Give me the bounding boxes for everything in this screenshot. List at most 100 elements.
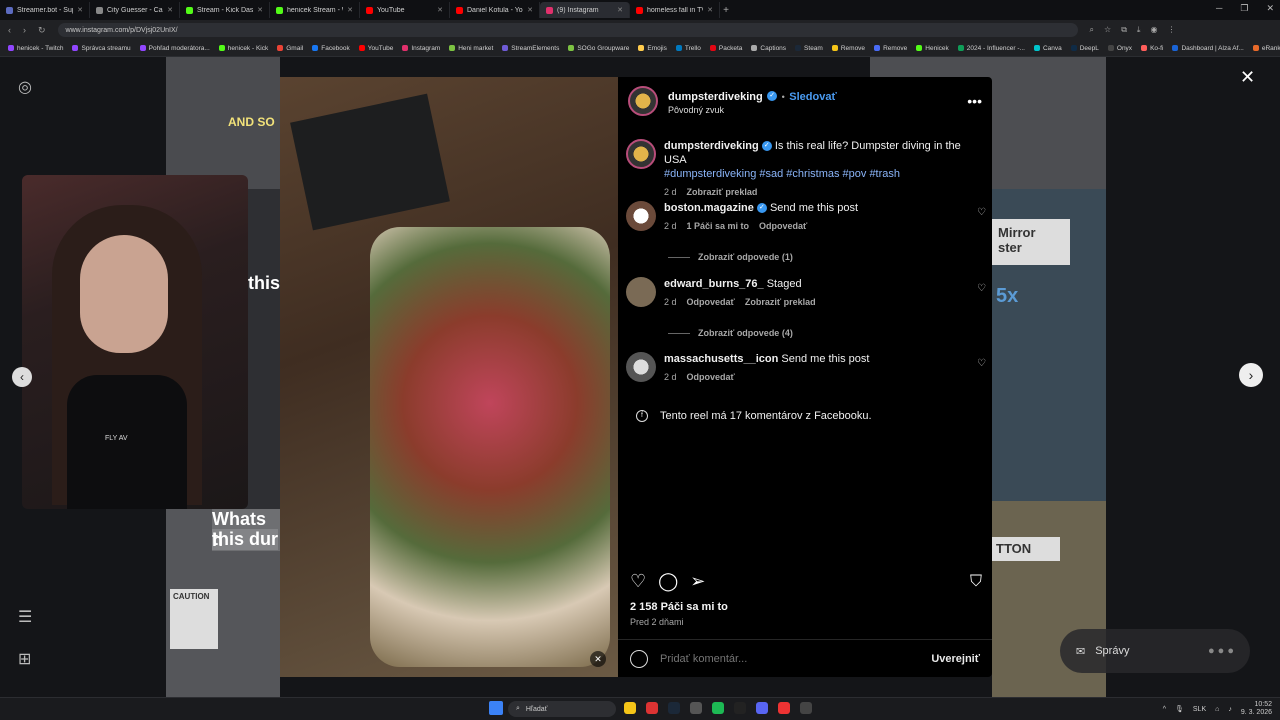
extensions-icon[interactable]: ⧉ bbox=[1121, 25, 1127, 35]
tab-close-icon[interactable]: ✕ bbox=[617, 6, 623, 14]
zoom-icon[interactable]: ⌕ bbox=[1090, 25, 1094, 35]
bookmark-item[interactable]: 2024 - Influencer -... bbox=[957, 45, 1025, 52]
xbox-icon[interactable] bbox=[690, 702, 702, 714]
next-post-button[interactable]: › bbox=[1239, 363, 1263, 387]
network-icon[interactable]: ⌂ bbox=[1215, 706, 1219, 713]
bookmark-item[interactable]: Captions bbox=[751, 45, 786, 52]
bookmark-item[interactable]: Remove bbox=[874, 45, 907, 52]
comment-author[interactable]: massachusetts__icon bbox=[664, 353, 778, 365]
url-field[interactable]: www.instagram.com/p/DVjsj02UnIX/ bbox=[57, 23, 1078, 37]
caption-avatar[interactable] bbox=[626, 139, 656, 169]
comment-avatar[interactable] bbox=[626, 201, 656, 231]
bookmark-item[interactable]: StreamElements bbox=[502, 45, 559, 52]
comment-reply-link[interactable]: Odpovedať bbox=[687, 295, 735, 309]
comment-author[interactable]: boston.magazine bbox=[664, 202, 754, 214]
star-icon[interactable]: ☆ bbox=[1104, 25, 1111, 35]
windows-start-icon[interactable] bbox=[489, 701, 503, 715]
bookmark-item[interactable]: Instagram bbox=[402, 45, 440, 52]
previous-post-button[interactable]: ‹ bbox=[12, 367, 32, 387]
x-icon[interactable] bbox=[734, 702, 746, 714]
back-icon[interactable]: ‹ bbox=[8, 25, 11, 35]
share-icon[interactable]: ➢ bbox=[690, 571, 705, 592]
bookmark-item[interactable]: Henicek bbox=[916, 45, 949, 52]
bookmark-item[interactable]: SOGo Groupware bbox=[568, 45, 629, 52]
save-bookmark-icon[interactable]: ⛉ bbox=[970, 573, 982, 591]
bookmark-item[interactable]: Pohľad moderátora... bbox=[139, 45, 210, 52]
forward-icon[interactable]: › bbox=[23, 25, 26, 35]
bookmark-item[interactable]: Canva bbox=[1033, 45, 1062, 52]
browser-tab[interactable]: henicek Stream - Watch Li ✕ bbox=[270, 2, 360, 18]
comment-likes[interactable]: 1 Páči sa mi to bbox=[687, 219, 750, 233]
bookmark-item[interactable]: Gmail bbox=[277, 45, 303, 52]
view-replies[interactable]: Zobraziť odpovede (4) bbox=[668, 328, 793, 338]
mute-icon[interactable]: ✕ bbox=[590, 651, 606, 667]
comment-reply-link[interactable]: Odpovedať bbox=[759, 219, 807, 233]
bookmark-item[interactable]: Remove bbox=[831, 45, 865, 52]
comment-like-icon[interactable]: ♡ bbox=[977, 283, 986, 309]
view-replies[interactable]: Zobraziť odpovede (1) bbox=[668, 252, 793, 262]
reload-icon[interactable]: ↻ bbox=[38, 25, 46, 36]
browser-tab[interactable]: Streamer.bot - Superchat ✕ bbox=[0, 2, 90, 18]
tab-close-icon[interactable]: ✕ bbox=[77, 6, 83, 14]
close-window-icon[interactable]: ✕ bbox=[1266, 3, 1274, 14]
reel-video[interactable]: ✕ bbox=[280, 77, 618, 677]
more-menu-icon[interactable]: ☰ bbox=[18, 607, 32, 627]
author-avatar[interactable] bbox=[628, 86, 658, 116]
caption-author[interactable]: dumpsterdiveking bbox=[664, 140, 759, 152]
tab-close-icon[interactable]: ✕ bbox=[347, 6, 353, 14]
more-options-icon[interactable]: ••• bbox=[967, 93, 982, 109]
tray-chevron-icon[interactable]: ^ bbox=[1163, 706, 1166, 713]
bookmark-item[interactable]: Onyx bbox=[1107, 45, 1132, 52]
comment-like-icon[interactable]: ♡ bbox=[977, 207, 986, 233]
tab-close-icon[interactable]: ✕ bbox=[527, 6, 533, 14]
discord-icon[interactable] bbox=[756, 702, 768, 714]
browser-tab[interactable]: (9) Instagram ✕ bbox=[540, 2, 630, 18]
comment-avatar[interactable] bbox=[626, 277, 656, 307]
bookmark-item[interactable]: Ko-fi bbox=[1141, 45, 1163, 52]
bookmark-item[interactable]: Heni market bbox=[449, 45, 493, 52]
bookmark-item[interactable]: henicek - Kick bbox=[218, 45, 268, 52]
bookmark-item[interactable]: DeepL bbox=[1070, 45, 1099, 52]
comment-translate-link[interactable]: Zobraziť preklad bbox=[745, 295, 816, 309]
file-explorer-icon[interactable] bbox=[624, 702, 636, 714]
chrome-icon[interactable] bbox=[778, 702, 790, 714]
profile-icon[interactable]: ◉ bbox=[1150, 25, 1157, 35]
likes-count[interactable]: 2 158 Páči sa mi to bbox=[630, 601, 728, 613]
bookmark-item[interactable]: YouTube bbox=[358, 45, 393, 52]
audio-label[interactable]: Pôvodný zvuk bbox=[668, 105, 837, 115]
bookmark-item[interactable]: Emojis bbox=[638, 45, 667, 52]
clock[interactable]: 10:52 9. 3. 2026 bbox=[1241, 701, 1272, 717]
comment-author[interactable]: edward_burns_76_ bbox=[664, 278, 764, 290]
opera-icon[interactable] bbox=[646, 702, 658, 714]
tab-close-icon[interactable]: ✕ bbox=[167, 6, 173, 14]
emoji-icon[interactable] bbox=[630, 649, 648, 668]
post-comment-button[interactable]: Uverejniť bbox=[931, 653, 980, 665]
follow-button[interactable]: Sledovať bbox=[789, 91, 836, 103]
tab-close-icon[interactable]: ✕ bbox=[257, 6, 263, 14]
close-icon[interactable]: ✕ bbox=[1240, 67, 1255, 88]
bookmark-item[interactable]: Dashboard | Alza Af... bbox=[1172, 45, 1244, 52]
bookmark-item[interactable]: henicek - Twitch bbox=[8, 45, 63, 52]
tab-close-icon[interactable]: ✕ bbox=[707, 6, 713, 14]
tab-close-icon[interactable]: ✕ bbox=[437, 6, 443, 14]
also-from-meta-icon[interactable]: ⊞ bbox=[18, 649, 31, 669]
steam-icon[interactable] bbox=[668, 702, 680, 714]
taskbar-search[interactable]: ⌕ Hľadať bbox=[508, 701, 616, 717]
comment-input[interactable] bbox=[660, 652, 920, 665]
bookmark-item[interactable]: Steam bbox=[795, 45, 823, 52]
volume-icon[interactable]: ♪ bbox=[1228, 706, 1232, 713]
comment-avatar[interactable] bbox=[626, 352, 656, 382]
browser-tab[interactable]: Daniel Kotula - YouTube ✕ bbox=[450, 2, 540, 18]
minimize-icon[interactable]: ─ bbox=[1216, 3, 1222, 14]
like-icon[interactable]: ♡ bbox=[630, 571, 646, 592]
bookmark-item[interactable]: Packeta bbox=[709, 45, 742, 52]
language-indicator[interactable]: SLK bbox=[1193, 706, 1206, 713]
caption-hashtags[interactable]: #dumpsterdiveking #sad #christmas #pov #… bbox=[664, 168, 900, 180]
obs-icon[interactable] bbox=[800, 702, 812, 714]
browser-tab[interactable]: YouTube ✕ bbox=[360, 2, 450, 18]
author-username[interactable]: dumpsterdiveking bbox=[668, 91, 763, 103]
maximize-icon[interactable]: ❐ bbox=[1240, 3, 1248, 14]
download-icon[interactable]: ⤓ bbox=[1137, 25, 1141, 35]
microphone-icon[interactable]: 🎙 bbox=[1175, 705, 1184, 713]
spotify-icon[interactable] bbox=[712, 702, 724, 714]
